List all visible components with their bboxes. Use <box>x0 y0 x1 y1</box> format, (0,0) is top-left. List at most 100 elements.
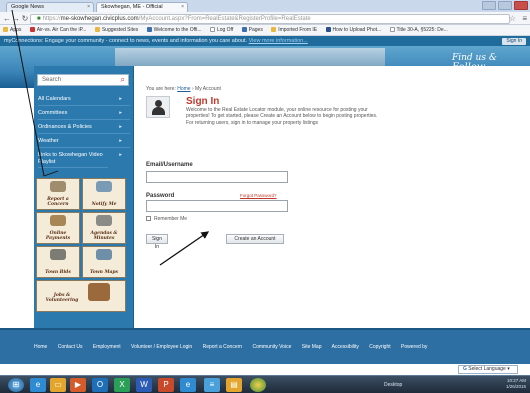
bookmark-item[interactable]: Title 30-A, §5225: De... <box>389 25 448 35</box>
menu-icon[interactable]: ≡ <box>522 14 527 23</box>
powerpoint-icon[interactable]: P <box>158 378 174 392</box>
jobs-illustration <box>87 283 110 301</box>
footer-link-volunteer-login[interactable]: Volunteer / Employee Login <box>131 344 192 350</box>
concern-illustration <box>50 181 66 192</box>
search-icon[interactable]: ⌕ <box>121 75 125 85</box>
password-field[interactable] <box>146 200 288 212</box>
close-icon[interactable]: × <box>181 4 184 10</box>
sidebar-item-weather[interactable]: Weather ▸ <box>38 138 130 148</box>
system-tray-clock[interactable]: 10:27 AM 1/26/2015 <box>506 378 526 389</box>
page-title: Sign In <box>186 96 220 107</box>
desktop-toolbar-label[interactable]: Desktop <box>384 382 402 388</box>
tab-skowhegan[interactable]: Skowhegan, ME - Official × <box>96 2 188 12</box>
footer-link-home[interactable]: Home <box>34 344 47 350</box>
create-account-button[interactable]: Create an Account <box>226 234 284 244</box>
outlook-icon[interactable]: O <box>92 378 108 392</box>
browser-icon[interactable]: e <box>180 378 196 392</box>
excel-icon[interactable]: X <box>114 378 130 392</box>
bookmark-star-icon[interactable]: ☆ <box>509 14 516 23</box>
sign-in-button[interactable]: Sign In <box>146 234 168 250</box>
agendas-illustration <box>96 215 112 226</box>
forgot-password-link[interactable]: Forgot Password? <box>240 193 277 198</box>
tile-label: Online Payments <box>45 231 71 241</box>
sidebar-item-label: Ordinances & Policies <box>38 124 92 130</box>
chevron-right-icon: ▸ <box>119 124 122 130</box>
explorer-icon[interactable]: ▤ <box>226 378 242 392</box>
tile-online-payments[interactable]: Online Payments <box>36 212 80 244</box>
search-input[interactable]: Search ⌕ <box>37 74 129 86</box>
folder-icon[interactable]: ▭ <box>50 378 66 392</box>
email-field[interactable] <box>146 171 288 183</box>
bookmark-item[interactable]: Imported From IE <box>271 25 318 35</box>
search-placeholder: Search <box>42 77 62 83</box>
tile-agendas-minutes[interactable]: Agendas & Minutes <box>82 212 126 244</box>
footer-link-employment[interactable]: Employment <box>93 344 121 350</box>
bookmark-icon <box>325 27 331 33</box>
sidebar-item-ordinances[interactable]: Ordinances & Policies ▸ <box>38 124 130 134</box>
close-icon[interactable]: × <box>87 4 90 10</box>
remember-me[interactable]: Remember Me <box>146 216 187 222</box>
footer-link-report-concern[interactable]: Report a Concern <box>203 344 242 350</box>
footer-link-accessibility[interactable]: Accessibility <box>332 344 359 350</box>
remember-checkbox[interactable] <box>146 216 151 222</box>
start-button-icon[interactable]: ⊞ <box>8 378 24 392</box>
user-head-shape <box>155 100 162 107</box>
bookmark-item[interactable]: Suggested Sites <box>94 25 138 35</box>
tile-label: Agendas & Minutes <box>90 231 118 241</box>
bookmark-item[interactable]: How to Upload Phot... <box>325 25 382 35</box>
chevron-right-icon: ▸ <box>119 96 122 102</box>
myconnections-text: myConnections: Engage your community - c… <box>4 38 248 44</box>
ie-icon[interactable]: e <box>30 378 46 392</box>
sidebar-item-video-playlist[interactable]: Links to Skowhegan Video Playlist ▸ <box>38 152 122 168</box>
bookmark-item[interactable]: Apps <box>3 25 22 35</box>
tile-notify-me[interactable]: Notify Me <box>82 178 126 210</box>
tile-label: Jobs & Volunteering <box>45 293 79 303</box>
bookmark-item[interactable]: Welcome to the Offi... <box>146 25 202 35</box>
bookmark-icon <box>241 27 247 33</box>
tile-town-maps[interactable]: Town Maps <box>82 246 126 278</box>
chrome-icon[interactable] <box>250 378 266 392</box>
apps-icon <box>3 27 8 33</box>
minimize-button[interactable] <box>482 1 496 10</box>
bookmark-item[interactable]: Air-vs. Air Can the iP... <box>29 25 87 35</box>
footer-link-powered-by[interactable]: Powered by <box>401 344 427 350</box>
select-language-dropdown[interactable]: G Select Language ▾ <box>458 365 518 374</box>
browser-tab-bar: Google News × Skowhegan, ME - Official × <box>0 0 530 12</box>
sidebar-item-calendars[interactable]: All Calendars ▸ <box>38 96 130 106</box>
bookmark-label: Imported From IE <box>278 27 318 33</box>
breadcrumb-home-link[interactable]: Home <box>177 86 190 92</box>
breadcrumb: You are here: Home › My Account <box>146 86 221 92</box>
tile-town-bids[interactable]: Town Bids <box>36 246 80 278</box>
footer-link-community-voice[interactable]: Community Voice <box>252 344 291 350</box>
footer-link-site-map[interactable]: Site Map <box>302 344 322 350</box>
bookmark-label: Log Off <box>216 27 234 33</box>
bookmark-label: Pages <box>248 27 263 33</box>
bookmark-label: Title 30-A, §5225: De... <box>396 27 448 33</box>
tile-report-concern[interactable]: Report a Concern <box>36 178 80 210</box>
close-window-button[interactable] <box>514 1 528 10</box>
bookmark-label: Welcome to the Offi... <box>153 27 202 33</box>
bookmark-icon <box>29 27 35 33</box>
address-bar-row: ← → ↻ ■ https://me-skowhegan.civicplus.co… <box>0 12 530 25</box>
tile-label: Notify Me <box>91 202 117 207</box>
maximize-button[interactable] <box>498 1 512 10</box>
tab-google-news[interactable]: Google News × <box>6 2 94 12</box>
tile-jobs-volunteering[interactable]: Jobs & Volunteering <box>36 280 126 312</box>
bookmark-item[interactable]: Log Off <box>209 25 234 35</box>
top-sign-in-button[interactable]: Sign In <box>502 37 526 45</box>
word-icon[interactable]: W <box>136 378 152 392</box>
footer-link-copyright[interactable]: Copyright <box>369 344 390 350</box>
app-icon[interactable]: ≡ <box>204 378 220 392</box>
sidebar-item-committees[interactable]: Committees ▸ <box>38 110 130 120</box>
url-input[interactable]: ■ https://me-skowhegan.civicplus.com/MyAc… <box>30 13 510 24</box>
media-icon[interactable]: ▶ <box>70 378 86 392</box>
view-more-link[interactable]: View more information... <box>249 38 308 44</box>
bookmark-label: How to Upload Phot... <box>332 27 382 33</box>
bookmark-item[interactable]: Pages <box>241 25 263 35</box>
chevron-right-icon: ▸ <box>119 152 122 158</box>
reload-icon[interactable]: ↻ <box>20 14 30 23</box>
footer-link-contact[interactable]: Contact Us <box>58 344 83 350</box>
bookmark-label: Air-vs. Air Can the iP... <box>36 27 87 33</box>
password-label: Password <box>146 193 175 199</box>
bookmark-label: Apps <box>10 27 22 33</box>
